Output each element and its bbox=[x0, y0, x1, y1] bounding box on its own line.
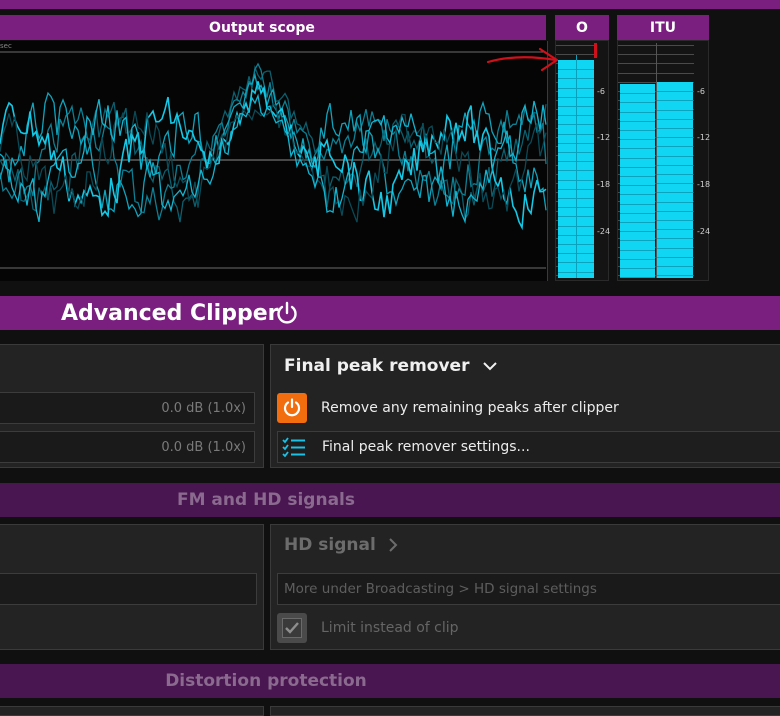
hd-signal-link[interactable]: More under Broadcasting > HD signal sett… bbox=[277, 573, 780, 605]
advanced-clipper-title: Advanced Clipper bbox=[61, 300, 279, 326]
chevron-down-icon bbox=[483, 362, 498, 371]
scope-trace bbox=[0, 102, 547, 223]
itu-meter-title: ITU bbox=[649, 19, 677, 36]
peak-indicator bbox=[594, 43, 597, 58]
o-scale-18: -18 bbox=[597, 180, 611, 189]
hd-signal-title[interactable]: HD signal bbox=[284, 531, 398, 559]
gain-field-2[interactable]: 0.0 dB (1.0x) bbox=[0, 431, 255, 463]
advanced-clipper-header: Advanced Clipper bbox=[0, 296, 780, 330]
settings-list-icon bbox=[282, 437, 305, 457]
o-meter-header: O bbox=[555, 15, 609, 40]
itu-meter-header: ITU bbox=[617, 15, 709, 40]
checkmark-icon bbox=[282, 618, 302, 638]
o-scale-12: -12 bbox=[597, 133, 611, 142]
itu-scale-12: -12 bbox=[697, 133, 711, 142]
clipper-left-panel: 0.0 dB (1.0x) 0.0 dB (1.0x) bbox=[0, 344, 264, 468]
power-icon[interactable] bbox=[274, 301, 300, 325]
distortion-header: Distortion protection bbox=[0, 664, 780, 698]
power-icon bbox=[283, 398, 301, 417]
scope-title: Output scope bbox=[209, 19, 315, 36]
o-meter-title: O bbox=[576, 19, 588, 36]
distortion-left-panel bbox=[0, 706, 264, 716]
o-scale-6: -6 bbox=[597, 87, 605, 96]
final-peak-settings-button[interactable]: Final peak remover settings... bbox=[277, 431, 780, 463]
distortion-right-panel bbox=[270, 706, 780, 716]
chevron-right-icon bbox=[389, 538, 398, 552]
hd-signal-title-text: HD signal bbox=[284, 535, 376, 555]
fm-left-field[interactable] bbox=[0, 573, 257, 605]
final-peak-title-text: Final peak remover bbox=[284, 356, 470, 376]
gain-field-1[interactable]: 0.0 dB (1.0x) bbox=[0, 392, 255, 424]
annotation-arrow bbox=[486, 47, 559, 72]
itu-scale-24: -24 bbox=[697, 227, 711, 236]
hd-signal-panel: HD signal More under Broadcasting > HD s… bbox=[270, 524, 780, 650]
top-strip bbox=[0, 0, 780, 9]
final-peak-panel: Final peak remover Remove any remaining … bbox=[270, 344, 780, 468]
remove-peaks-label: Remove any remaining peaks after clipper bbox=[321, 400, 619, 416]
scope-header: Output scope bbox=[0, 15, 546, 40]
itu-meter-bar-left bbox=[620, 84, 655, 279]
remove-peaks-toggle[interactable] bbox=[277, 393, 307, 423]
limit-label: Limit instead of clip bbox=[321, 620, 459, 636]
itu-meter: -6 -12 -18 -24 bbox=[617, 40, 711, 281]
scope-waveform bbox=[0, 51, 547, 269]
itu-scale-6: -6 bbox=[697, 87, 705, 96]
o-scale-24: -24 bbox=[597, 227, 611, 236]
fm-left-panel bbox=[0, 524, 264, 650]
itu-scale-18: -18 bbox=[697, 180, 711, 189]
fm-hd-header: FM and HD signals bbox=[0, 483, 780, 517]
final-peak-title[interactable]: Final peak remover bbox=[284, 351, 498, 381]
fm-hd-title: FM and HD signals bbox=[176, 490, 355, 510]
limit-instead-row[interactable]: Limit instead of clip bbox=[277, 613, 459, 643]
output-scope: sec bbox=[0, 41, 548, 281]
limit-checkbox[interactable] bbox=[277, 613, 307, 643]
distortion-title: Distortion protection bbox=[165, 671, 367, 691]
itu-meter-bar-right bbox=[657, 82, 693, 278]
final-peak-settings-label: Final peak remover settings... bbox=[322, 439, 530, 455]
remove-peaks-row[interactable]: Remove any remaining peaks after clipper bbox=[277, 392, 780, 424]
